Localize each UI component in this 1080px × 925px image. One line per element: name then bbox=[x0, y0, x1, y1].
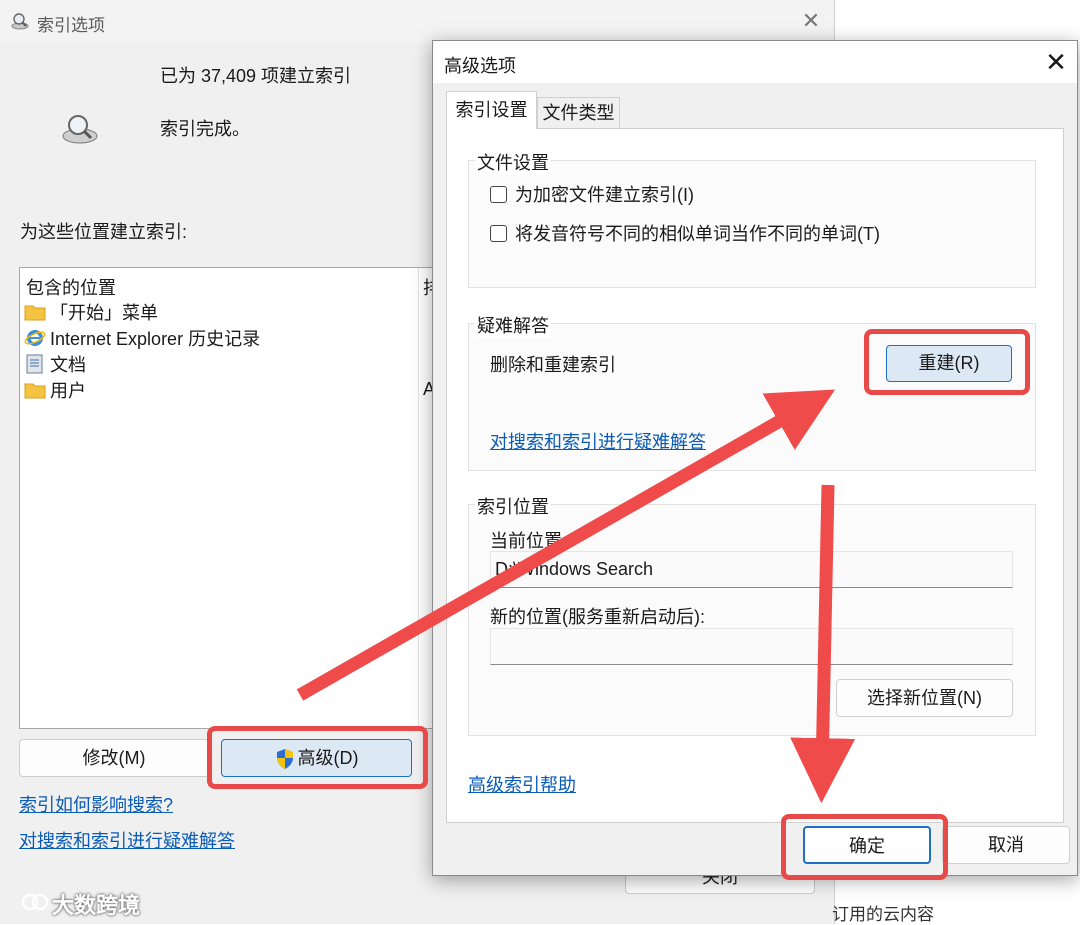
list-item[interactable]: 文档 bbox=[24, 351, 86, 377]
highlight-box-rebuild bbox=[864, 329, 1030, 395]
group-title: 索引位置 bbox=[475, 493, 551, 519]
folder-icon bbox=[24, 305, 46, 321]
checkbox[interactable] bbox=[490, 224, 507, 242]
list-item[interactable]: Internet Explorer 历史记录 bbox=[24, 325, 260, 351]
list-item-label: Internet Explorer 历史记录 bbox=[50, 329, 261, 349]
list-item-label: 用户 bbox=[50, 381, 86, 401]
indexing-status-icon bbox=[62, 115, 98, 144]
title-bar: 索引选项 ✕ bbox=[0, 0, 834, 42]
advanced-indexing-help-link[interactable]: 高级索引帮助 bbox=[468, 771, 576, 797]
how-indexing-affects-search-link[interactable]: 索引如何影响搜索? bbox=[19, 791, 173, 817]
checkbox-label: 为加密文件建立索引(I) bbox=[515, 185, 694, 205]
close-icon[interactable]: ✕ bbox=[1041, 47, 1071, 77]
advanced-options-dialog: 高级选项 ✕ 索引设置 文件类型 文件设置 为加密文件建立索引(I) 将发音符号… bbox=[432, 40, 1078, 876]
document-icon bbox=[26, 354, 43, 374]
indexed-count: 已为 37,409 项建立索引 bbox=[160, 66, 352, 86]
list-item-label: 文档 bbox=[50, 355, 86, 375]
file-settings-group: 文件设置 为加密文件建立索引(I) 将发音符号不同的相似单词当作不同的单词(T) bbox=[468, 149, 1036, 288]
troubleshoot-link[interactable]: 对搜索和索引进行疑难解答 bbox=[490, 428, 706, 454]
indexing-status: 索引完成。 bbox=[160, 119, 250, 139]
highlight-box-ok bbox=[781, 814, 948, 880]
dialog-title: 高级选项 bbox=[444, 56, 516, 76]
watermark-text: 大数跨境 bbox=[52, 893, 141, 918]
index-location-group: 索引位置 当前位置: D:\Windows Search 新的位置(服务重新启动… bbox=[468, 493, 1036, 736]
group-title: 疑难解答 bbox=[475, 312, 551, 338]
window-title: 索引选项 bbox=[37, 16, 105, 35]
column-header-included[interactable]: 包含的位置 bbox=[26, 274, 116, 300]
cloud-content-text: 订用的云内容 bbox=[832, 905, 934, 924]
list-item-label: 「开始」菜单 bbox=[50, 303, 158, 323]
select-new-location-button[interactable]: 选择新位置(N) bbox=[836, 679, 1013, 717]
locations-label: 为这些位置建立索引: bbox=[20, 222, 188, 242]
highlight-box-advanced bbox=[207, 726, 428, 789]
watermark-logo-icon bbox=[21, 893, 49, 911]
new-location-label: 新的位置(服务重新启动后): bbox=[490, 607, 705, 627]
indexing-options-icon bbox=[11, 13, 29, 30]
list-item[interactable]: 「开始」菜单 bbox=[24, 299, 158, 325]
rebuild-label: 删除和重建索引 bbox=[490, 355, 616, 375]
checkbox-label: 将发音符号不同的相似单词当作不同的单词(T) bbox=[515, 224, 880, 244]
current-location-label: 当前位置: bbox=[490, 531, 568, 551]
encrypt-files-option[interactable]: 为加密文件建立索引(I) bbox=[490, 181, 694, 207]
tab-panel: 文件设置 为加密文件建立索引(I) 将发音符号不同的相似单词当作不同的单词(T)… bbox=[446, 128, 1064, 823]
tab-index-settings[interactable]: 索引设置 bbox=[446, 91, 537, 129]
list-item[interactable]: 用户 bbox=[24, 377, 86, 403]
folder-icon bbox=[24, 383, 46, 399]
diacritics-option[interactable]: 将发音符号不同的相似单词当作不同的单词(T) bbox=[490, 220, 880, 246]
locations-list[interactable]: 包含的位置 排 「开始」菜单 Internet Explorer 历史记录 文档… bbox=[19, 267, 441, 729]
group-title: 文件设置 bbox=[475, 149, 551, 175]
cancel-button[interactable]: 取消 bbox=[942, 826, 1070, 864]
dialog-title-bar: 高级选项 ✕ bbox=[433, 41, 1077, 83]
current-location-field: D:\Windows Search bbox=[490, 551, 1013, 588]
troubleshoot-link[interactable]: 对搜索和索引进行疑难解答 bbox=[19, 827, 235, 853]
checkbox[interactable] bbox=[490, 185, 507, 203]
close-icon[interactable]: ✕ bbox=[798, 9, 824, 33]
column-divider bbox=[418, 268, 419, 728]
new-location-field bbox=[490, 628, 1013, 665]
internet-explorer-icon bbox=[24, 330, 46, 346]
modify-button[interactable]: 修改(M) bbox=[19, 739, 209, 777]
tab-file-types[interactable]: 文件类型 bbox=[537, 97, 620, 129]
